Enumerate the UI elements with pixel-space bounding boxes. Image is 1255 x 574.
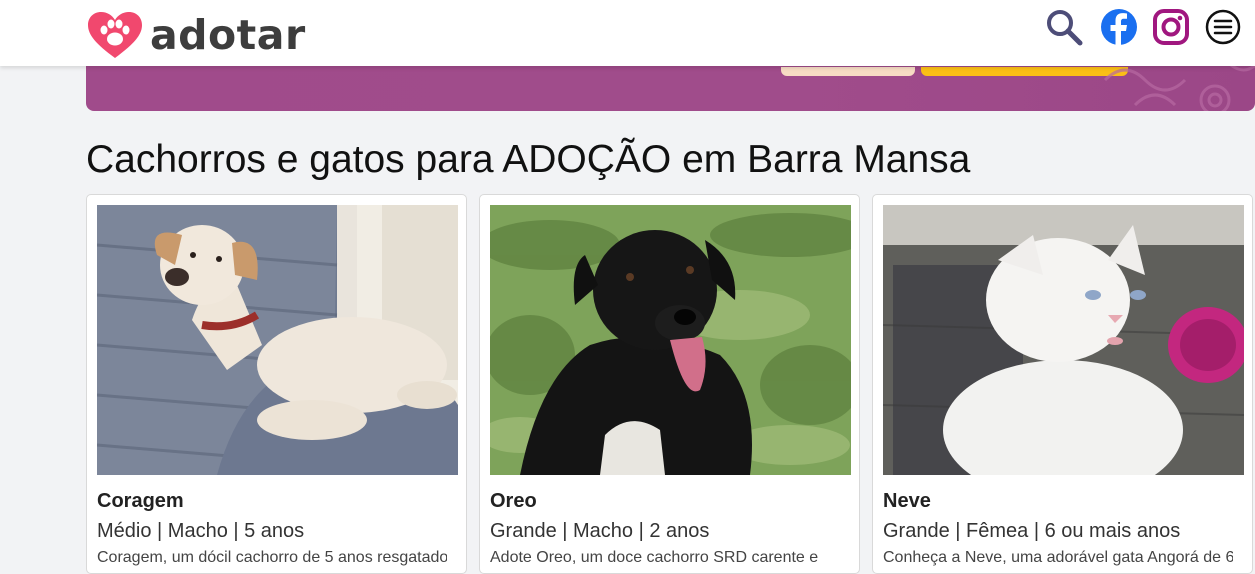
pet-info: Médio | Macho | 5 anos <box>97 520 305 542</box>
pet-description: Conheça a Neve, uma adorável gata Angorá… <box>883 549 1233 566</box>
facebook-icon[interactable] <box>1100 8 1138 46</box>
pet-card-neve[interactable]: Neve Grande | Fêmea | 6 ou mais anos Con… <box>872 194 1253 574</box>
logo-text: adotar <box>150 11 306 59</box>
banner-button-secondary[interactable] <box>781 67 915 76</box>
pet-info: Grande | Macho | 2 anos <box>490 520 710 542</box>
menu-icon[interactable] <box>1205 9 1241 45</box>
pet-card-oreo[interactable]: Oreo Grande | Macho | 2 anos Adote Oreo,… <box>479 194 860 574</box>
instagram-icon[interactable] <box>1153 9 1189 45</box>
dog-photo[interactable] <box>490 205 851 475</box>
pet-description: Adote Oreo, um doce cachorro SRD carente… <box>490 549 819 566</box>
pet-card-coragem[interactable]: Coragem Médio | Macho | 5 anos Coragem, … <box>86 194 467 574</box>
pet-info: Grande | Fêmea | 6 ou mais anos <box>883 520 1181 542</box>
pet-name[interactable]: Neve <box>883 487 931 515</box>
dog-photo[interactable] <box>97 205 458 475</box>
pet-name[interactable]: Coragem <box>97 487 184 515</box>
pet-name[interactable]: Oreo <box>490 487 537 515</box>
cat-photo[interactable] <box>883 205 1244 475</box>
site-header: adotar <box>0 0 1255 66</box>
heart-paw-logo-icon <box>88 12 142 58</box>
page-title: Cachorros e gatos para ADOÇÃO em Barra M… <box>86 138 971 181</box>
search-icon[interactable] <box>1045 8 1083 46</box>
pet-description: Coragem, um dócil cachorro de 5 anos res… <box>97 549 447 566</box>
site-logo[interactable]: adotar <box>86 10 306 60</box>
